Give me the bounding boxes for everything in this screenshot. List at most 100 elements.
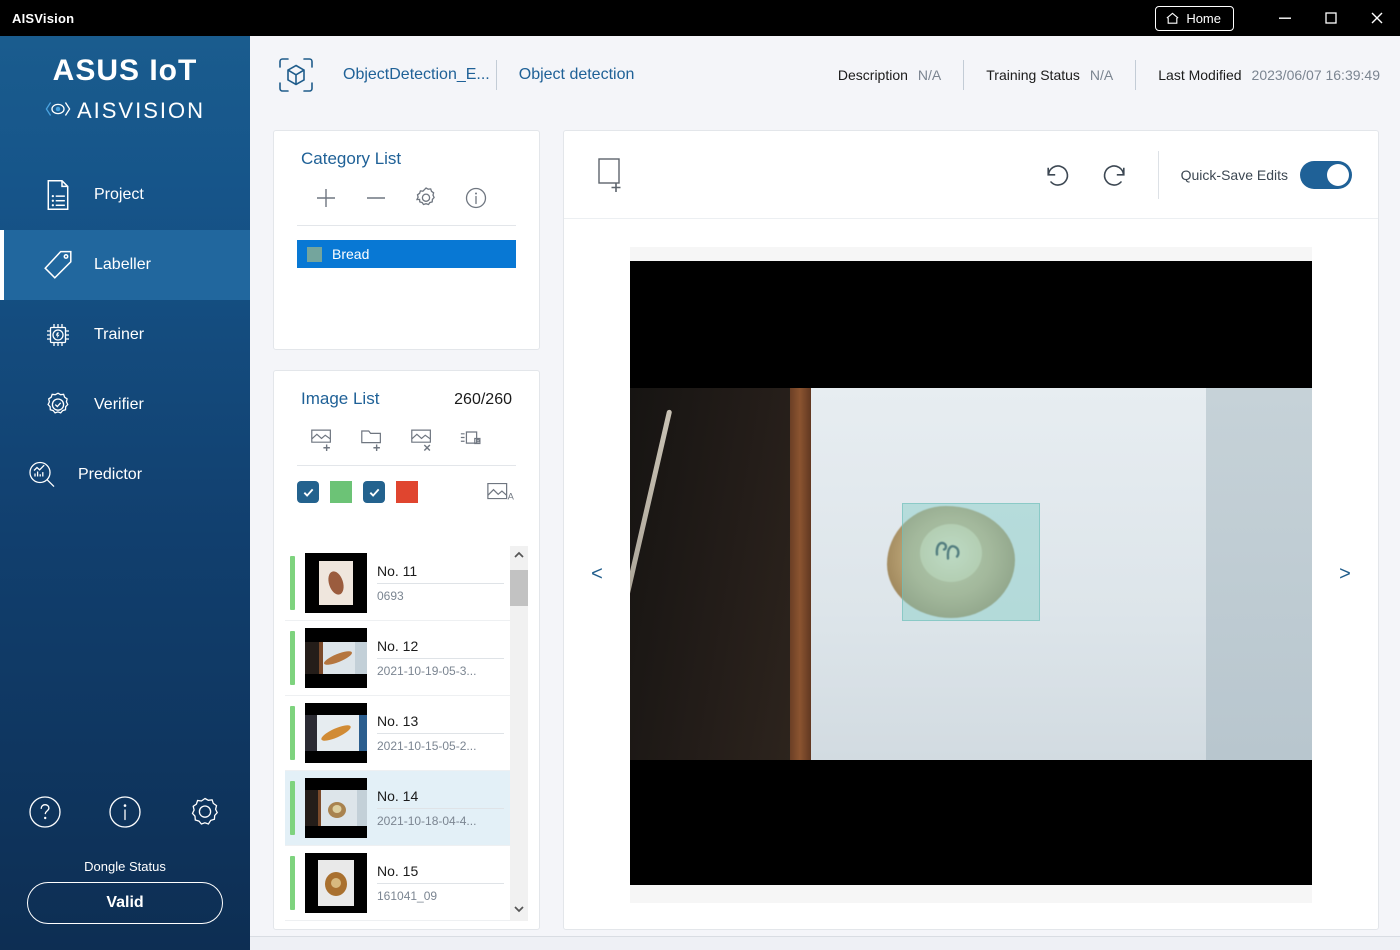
thumbnail: [305, 628, 367, 688]
undo-icon[interactable]: [1042, 160, 1072, 190]
category-color-swatch: [307, 246, 322, 262]
add-folder-icon[interactable]: [347, 419, 397, 457]
image-name-icon[interactable]: A: [486, 480, 516, 504]
category-divider: [297, 225, 516, 226]
labeled-checkbox[interactable]: [297, 481, 319, 503]
thumbnail: [305, 853, 367, 913]
chevron-down-icon[interactable]: [513, 904, 525, 917]
photo-wood-edge: [790, 387, 813, 760]
image-number: No. 13: [377, 713, 504, 734]
previous-image-button[interactable]: <: [564, 563, 630, 586]
project-header: ObjectDetection_E... Object detection De…: [250, 36, 1400, 114]
meta-description: Description N/A: [838, 67, 941, 83]
category-settings-icon[interactable]: [401, 179, 451, 217]
category-list-panel: Category List Bread: [273, 130, 540, 350]
quick-save-label: Quick-Save Edits: [1180, 166, 1288, 183]
image-list-scrollbar[interactable]: [510, 546, 528, 921]
project-name[interactable]: ObjectDetection_E...: [343, 66, 490, 84]
list-item[interactable]: No. 12 2021-10-19-05-3...: [285, 621, 510, 696]
sidebar-item-label: Verifier: [94, 396, 144, 413]
image-filename: 2021-10-19-05-3...: [377, 664, 477, 678]
house-icon: [1165, 11, 1180, 26]
meta-last-modified: Last Modified 2023/06/07 16:39:49: [1158, 67, 1380, 83]
logo-asus-iot: ASUS IoT: [52, 54, 198, 87]
redo-icon[interactable]: [1100, 160, 1130, 190]
next-image-button[interactable]: >: [1312, 563, 1378, 586]
import-labels-icon[interactable]: [447, 419, 497, 457]
category-name: Bread: [332, 246, 370, 262]
help-icon[interactable]: [25, 792, 65, 837]
image-number: No. 14: [377, 788, 504, 809]
image-list-rows: No. 11 0693 No. 12 2021-10-19-05-3... No…: [285, 546, 510, 921]
app-title: AISVision: [12, 10, 75, 26]
home-button-label: Home: [1186, 10, 1221, 26]
project-type: Object detection: [518, 66, 635, 83]
canvas-body: < >: [564, 220, 1378, 929]
list-item[interactable]: No. 14 2021-10-18-04-4...: [285, 771, 510, 846]
meta-key: Description: [837, 67, 908, 83]
sidebar-item-verifier[interactable]: Verifier: [0, 370, 250, 440]
delete-image-icon[interactable]: [397, 419, 447, 457]
home-button[interactable]: Home: [1155, 5, 1234, 31]
photo-rod: [630, 409, 673, 708]
meta-value: N/A: [917, 67, 942, 83]
minimize-button[interactable]: [1262, 0, 1308, 36]
unlabeled-checkbox[interactable]: [363, 481, 385, 503]
image-list-title: Image List: [301, 389, 380, 408]
image-stage[interactable]: [630, 220, 1312, 929]
image-list-divider: [297, 465, 516, 466]
sidebar-item-project[interactable]: Project: [0, 160, 250, 230]
photo-dark-region: [630, 387, 794, 760]
chevron-up-icon[interactable]: [513, 550, 525, 563]
image-number: No. 11: [377, 563, 504, 584]
minimize-icon: [1278, 11, 1292, 25]
bounding-box-bread[interactable]: [902, 503, 1040, 622]
header-divider: [1135, 60, 1137, 90]
header-divider: [495, 60, 497, 90]
maximize-button[interactable]: [1308, 0, 1354, 36]
meta-value: N/A: [1089, 67, 1114, 83]
dongle-status-badge: Valid: [27, 882, 223, 924]
annotated-image[interactable]: [630, 260, 1312, 885]
image-canvas-panel: Quick-Save Edits < >: [563, 130, 1379, 930]
document-list-icon: [30, 179, 86, 211]
add-category-icon[interactable]: [301, 179, 351, 217]
image-filename: 2021-10-15-05-2...: [377, 739, 477, 753]
thumbnail: [305, 703, 367, 763]
label-status-bar: [290, 556, 295, 610]
title-bar: AISVision Home: [0, 0, 1400, 36]
image-filename: 161041_09: [377, 889, 438, 903]
close-button[interactable]: [1354, 0, 1400, 36]
sidebar-item-label: Project: [94, 186, 144, 203]
draw-bounding-box-icon[interactable]: [596, 157, 630, 193]
labeled-color-swatch: [330, 481, 352, 503]
category-row-bread[interactable]: Bread: [297, 240, 516, 268]
category-list-title: Category List: [301, 149, 402, 168]
meta-key: Last Modified: [1158, 67, 1242, 83]
sidebar-item-label: Labeller: [94, 256, 151, 273]
sidebar-item-predictor[interactable]: Predictor: [0, 440, 250, 510]
settings-gear-icon[interactable]: [185, 792, 225, 837]
list-item[interactable]: No. 13 2021-10-15-05-2...: [285, 696, 510, 771]
info-icon[interactable]: [105, 792, 145, 837]
quick-save-toggle[interactable]: [1300, 160, 1352, 189]
toolbar-divider: [1157, 150, 1159, 199]
label-status-bar: [290, 706, 295, 760]
meta-value: 2023/06/07 16:39:49: [1251, 67, 1380, 83]
image-list-panel: Image List 260/260 A No. 11 0693 No. 12 …: [273, 370, 540, 930]
thumbnail: [305, 553, 367, 613]
sidebar-item-trainer[interactable]: Trainer: [0, 300, 250, 370]
sidebar-item-labeller[interactable]: Labeller: [0, 230, 250, 300]
category-info-icon[interactable]: [451, 179, 501, 217]
list-item[interactable]: No. 11 0693: [285, 546, 510, 621]
remove-category-icon[interactable]: [351, 179, 401, 217]
add-image-icon[interactable]: [297, 419, 347, 457]
magnifier-chart-icon: [14, 458, 70, 492]
sidebar-item-label: Predictor: [78, 466, 143, 483]
scrollbar-thumb[interactable]: [510, 570, 528, 606]
list-item[interactable]: No. 15 161041_09: [285, 846, 510, 921]
image-number: No. 12: [377, 638, 504, 659]
header-divider: [963, 60, 965, 90]
toggle-knob: [1327, 163, 1349, 186]
canvas-toolbar: Quick-Save Edits: [564, 131, 1378, 219]
